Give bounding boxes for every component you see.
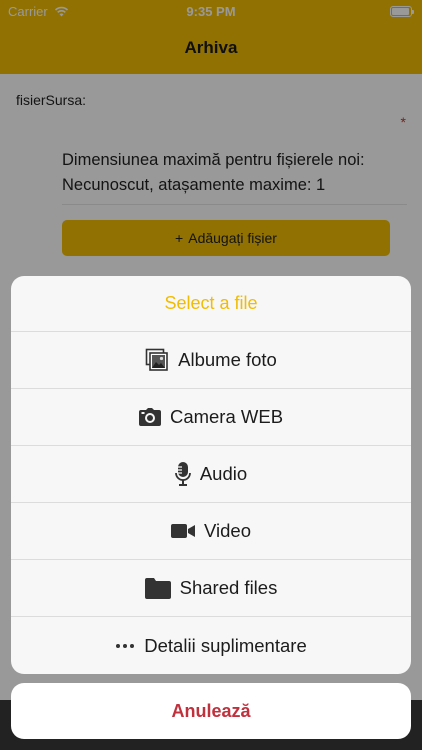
option-shared-files[interactable]: Shared files: [11, 560, 411, 617]
option-label: Audio: [199, 463, 248, 484]
more-icon: [116, 643, 135, 648]
folder-icon: [144, 578, 171, 599]
option-web-camera[interactable]: Camera WEB: [11, 389, 411, 446]
camera-icon: [138, 408, 161, 426]
option-label: Detalii suplimentare: [144, 634, 307, 656]
action-sheet-title: Select a file: [11, 276, 411, 332]
video-camera-icon: [171, 524, 195, 538]
option-label: Video: [204, 520, 251, 541]
option-more-details[interactable]: Detalii suplimentare: [11, 617, 411, 674]
file-source-action-sheet: Select a file Albume foto Camera WEB Aud…: [11, 276, 411, 674]
option-video[interactable]: Video: [11, 503, 411, 560]
option-label: Camera WEB: [169, 406, 284, 427]
option-label: Albume foto: [178, 349, 277, 370]
option-audio[interactable]: Audio: [11, 446, 411, 503]
cancel-button[interactable]: Anulează: [11, 683, 411, 739]
microphone-icon: [174, 462, 191, 486]
option-photo-albums[interactable]: Albume foto: [11, 332, 411, 389]
photo-album-icon: [145, 348, 168, 371]
option-label: Shared files: [179, 577, 278, 598]
